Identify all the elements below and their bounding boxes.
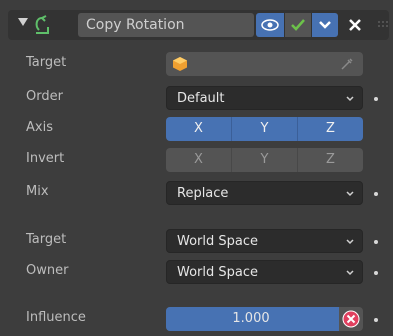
axis-z-toggle[interactable]: Z: [298, 117, 363, 141]
animate-property-dot[interactable]: [374, 192, 378, 196]
mix-dropdown[interactable]: Replace: [166, 181, 363, 205]
invert-y-toggle[interactable]: Y: [232, 148, 298, 172]
drag-handle-icon[interactable]: [378, 19, 390, 31]
target-space-label: Target: [26, 232, 67, 247]
eyedropper-icon[interactable]: [339, 56, 355, 72]
mix-value: Replace: [177, 186, 229, 201]
influence-value: 1.000: [232, 311, 270, 326]
axis-label: Axis: [26, 120, 53, 135]
constraint-name-field[interactable]: Copy Rotation: [78, 13, 254, 37]
chevron-down-icon: [346, 191, 354, 197]
order-dropdown[interactable]: Default: [166, 86, 363, 110]
invert-z-toggle[interactable]: Z: [298, 148, 363, 172]
chevron-down-icon: [346, 270, 354, 276]
mix-label: Mix: [26, 184, 49, 199]
chevron-down-icon: [346, 96, 354, 102]
animate-property-dot[interactable]: [374, 271, 378, 275]
chevron-down-icon: [319, 21, 331, 29]
axis-toggle-group: X Y Z: [166, 117, 363, 141]
copy-rotation-constraint-icon: [35, 15, 49, 34]
collapse-arrow-icon[interactable]: [18, 18, 28, 26]
owner-space-value: World Space: [177, 265, 259, 280]
close-icon: [349, 19, 361, 31]
influence-slider[interactable]: 1.000: [166, 307, 363, 331]
object-cube-icon: [173, 57, 187, 71]
animate-property-dot[interactable]: [374, 97, 378, 101]
animate-property-dot[interactable]: [374, 240, 378, 244]
target-space-dropdown[interactable]: World Space: [166, 229, 363, 253]
influence-label: Influence: [26, 310, 86, 325]
disable-keep-transform-icon[interactable]: [342, 310, 360, 328]
invert-label: Invert: [26, 151, 65, 166]
order-label: Order: [26, 89, 63, 104]
invert-x-toggle[interactable]: X: [166, 148, 232, 172]
target-object-field[interactable]: [166, 52, 363, 76]
axis-x-toggle[interactable]: X: [166, 117, 232, 141]
target-label: Target: [26, 55, 67, 70]
constraint-panel: Copy Rotation Target Order Default Axis …: [0, 0, 393, 336]
owner-space-dropdown[interactable]: World Space: [166, 260, 363, 284]
viewport-visibility-button[interactable]: [256, 13, 284, 37]
eye-icon: [261, 19, 279, 31]
check-icon: [291, 19, 305, 31]
constraint-menu-button[interactable]: [312, 13, 338, 37]
chevron-down-icon: [346, 239, 354, 245]
owner-space-label: Owner: [26, 263, 69, 278]
animate-property-dot[interactable]: [374, 318, 378, 322]
enable-constraint-button[interactable]: [285, 13, 311, 37]
target-space-value: World Space: [177, 234, 259, 249]
order-value: Default: [177, 91, 225, 106]
axis-y-toggle[interactable]: Y: [232, 117, 298, 141]
constraint-header: Copy Rotation: [8, 10, 389, 40]
remove-constraint-button[interactable]: [344, 13, 366, 37]
invert-toggle-group: X Y Z: [166, 148, 363, 172]
